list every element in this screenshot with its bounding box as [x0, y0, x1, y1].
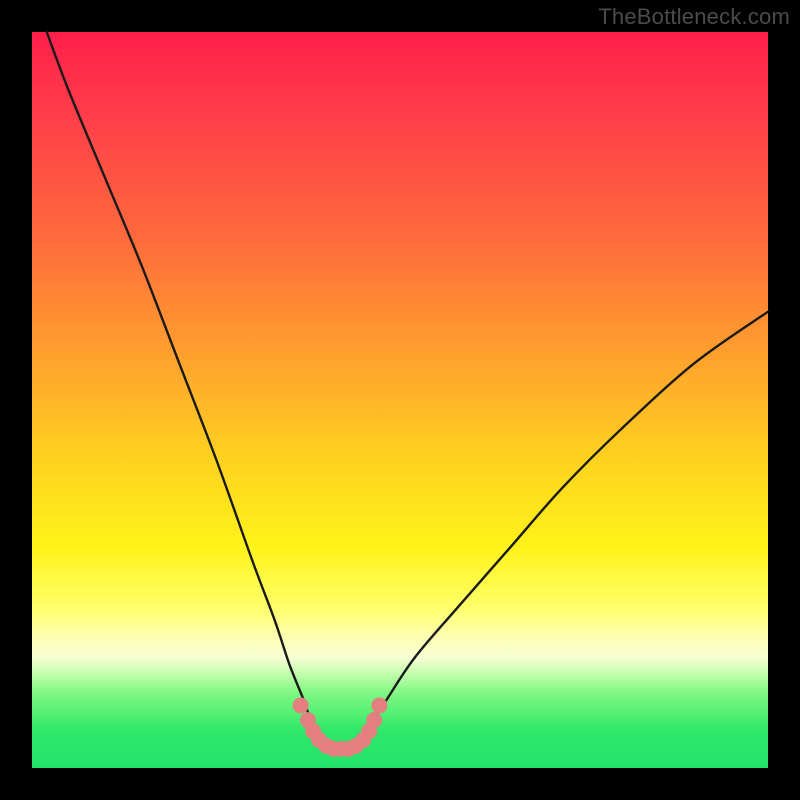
bottleneck-marker — [366, 712, 382, 728]
bottleneck-markers-group — [293, 697, 388, 756]
chart-frame: TheBottleneck.com — [0, 0, 800, 800]
bottleneck-marker — [293, 697, 309, 713]
chart-svg — [32, 32, 768, 768]
bottleneck-marker — [371, 697, 387, 713]
watermark-text: TheBottleneck.com — [598, 4, 790, 30]
plot-area — [32, 32, 768, 768]
bottleneck-curve-line — [47, 32, 768, 750]
